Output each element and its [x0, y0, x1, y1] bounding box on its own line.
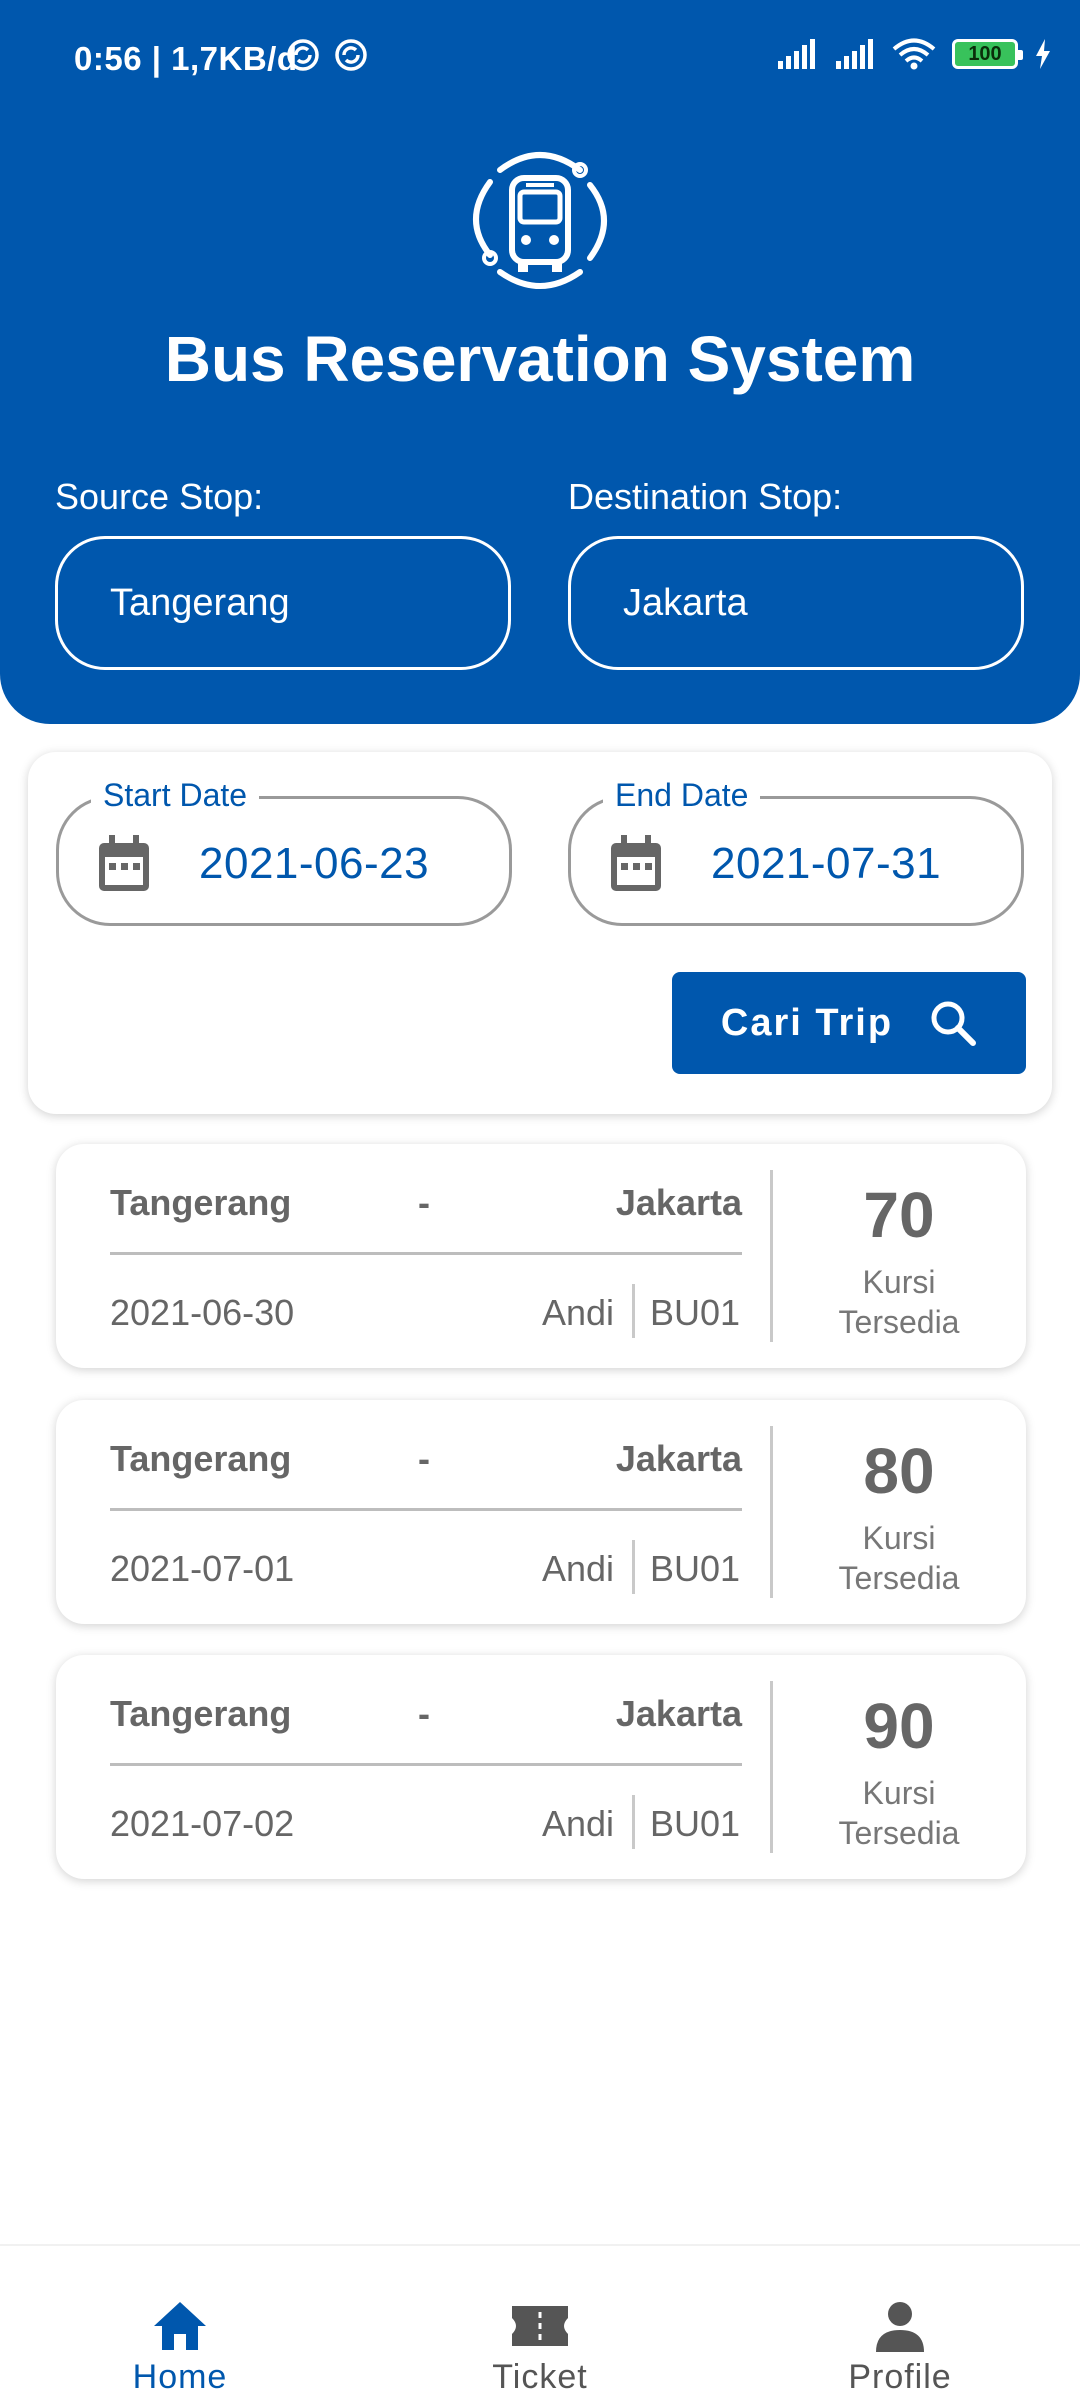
source-stop-label: Source Stop:: [55, 476, 264, 517]
header: 0:56 | 1,7KB/d 100 Bus Reservation Syste…: [0, 0, 1080, 724]
nav-item-home[interactable]: Home: [0, 2246, 360, 2400]
nav-item-profile[interactable]: Profile: [720, 2246, 1080, 2400]
trip-driver: Andi: [541, 1292, 614, 1333]
trip-seats-label-line1: Kursi: [862, 1264, 936, 1300]
destination-stop-label: Destination Stop:: [568, 476, 843, 517]
trip-source: Tangerang: [110, 1182, 292, 1223]
trip-date: 2021-07-02: [110, 1803, 295, 1844]
trip-seats-label-line1: Kursi: [862, 1775, 936, 1811]
status-bar: 0:56 | 1,7KB/d 100: [0, 0, 1080, 120]
trip-card[interactable]: Tangerang - Jakarta 2021-07-01 Andi BU01…: [56, 1400, 1026, 1624]
trip-seats-label-line2: Tersedia: [838, 1560, 960, 1596]
trip-seats-label-line1: Kursi: [862, 1520, 936, 1556]
end-date-field[interactable]: End Date 2021-07-31: [568, 777, 1024, 926]
calendar-icon: [99, 835, 149, 891]
end-date-value: 2021-07-31: [711, 839, 942, 888]
divider: [632, 1284, 635, 1338]
trip-seats-label: Kursi Tersedia: [772, 1773, 1026, 1853]
start-date-label: Start Date: [91, 777, 260, 814]
trip-source: Tangerang: [110, 1438, 292, 1479]
home-icon: [154, 2302, 206, 2350]
divider: [110, 1252, 742, 1255]
status-icons-right: 100: [776, 38, 1052, 70]
trip-driver: Andi: [541, 1548, 614, 1589]
battery-level: 100: [968, 42, 1002, 65]
source-stop-value: Tangerang: [110, 581, 290, 624]
wifi-icon: [892, 38, 936, 70]
trip-dash: -: [418, 1438, 430, 1479]
trip-seats-label: Kursi Tersedia: [772, 1262, 1026, 1342]
trip-driver: Andi: [541, 1803, 614, 1844]
trip-dash: -: [418, 1693, 430, 1734]
sync-icon: [287, 39, 319, 71]
destination-stop-value: Jakarta: [623, 581, 748, 624]
search-icon: [931, 1001, 977, 1046]
trip-destination: Jakarta: [615, 1438, 742, 1479]
end-date-label: End Date: [603, 777, 761, 814]
trip-seats-label: Kursi Tersedia: [772, 1518, 1026, 1598]
search-trip-button-label: Cari Trip: [720, 1001, 894, 1044]
trip-seats: 70: [863, 1179, 935, 1251]
search-trip-button[interactable]: Cari Trip: [672, 972, 1026, 1074]
ticket-icon: [512, 2306, 568, 2346]
person-icon: [876, 2302, 924, 2352]
trip-date: 2021-07-01: [110, 1548, 295, 1589]
nav-item-ticket[interactable]: Ticket: [360, 2246, 720, 2400]
bottom-navigation: Home Ticket Profile: [0, 2244, 1080, 2400]
trip-bus: BU01: [650, 1292, 741, 1333]
trip-card[interactable]: Tangerang - Jakarta 2021-06-30 Andi BU01…: [56, 1144, 1026, 1368]
trip-seats-label-line2: Tersedia: [838, 1304, 960, 1340]
battery-icon: 100: [952, 39, 1023, 69]
trip-bus: BU01: [650, 1803, 741, 1844]
trip-seats-label-line2: Tersedia: [838, 1815, 960, 1851]
trip-destination: Jakarta: [615, 1693, 742, 1734]
trip-date: 2021-06-30: [110, 1292, 295, 1333]
sync-icon: [335, 39, 367, 71]
divider: [110, 1763, 742, 1766]
charging-icon: [1036, 39, 1050, 69]
divider: [632, 1540, 635, 1594]
nav-label-ticket: Ticket: [492, 2358, 588, 2396]
trip-destination: Jakarta: [615, 1182, 742, 1223]
trip-seats: 80: [863, 1435, 935, 1507]
search-card: Start Date 2021-06-23 End Date 2021-07-3…: [28, 752, 1052, 1114]
nav-label-profile: Profile: [848, 2358, 952, 2396]
status-icons-left: [286, 38, 368, 72]
app-title: Bus Reservation System: [164, 323, 916, 395]
trip-seats: 90: [863, 1690, 935, 1762]
source-stop-select[interactable]: Tangerang: [55, 536, 511, 670]
calendar-icon: [611, 835, 661, 891]
bus-logo-icon: [473, 152, 607, 289]
trip-bus: BU01: [650, 1548, 741, 1589]
signal-icon: [778, 39, 815, 69]
start-date-field[interactable]: Start Date 2021-06-23: [56, 777, 512, 926]
nav-label-home: Home: [132, 2358, 228, 2396]
destination-stop-select[interactable]: Jakarta: [568, 536, 1024, 670]
signal-icon: [836, 39, 873, 69]
trip-source: Tangerang: [110, 1693, 292, 1734]
divider: [110, 1508, 742, 1511]
status-time: 0:56 | 1,7KB/d: [74, 40, 298, 77]
trip-dash: -: [418, 1182, 430, 1223]
divider: [632, 1795, 635, 1849]
trip-card[interactable]: Tangerang - Jakarta 2021-07-02 Andi BU01…: [56, 1655, 1026, 1879]
start-date-value: 2021-06-23: [199, 839, 430, 888]
